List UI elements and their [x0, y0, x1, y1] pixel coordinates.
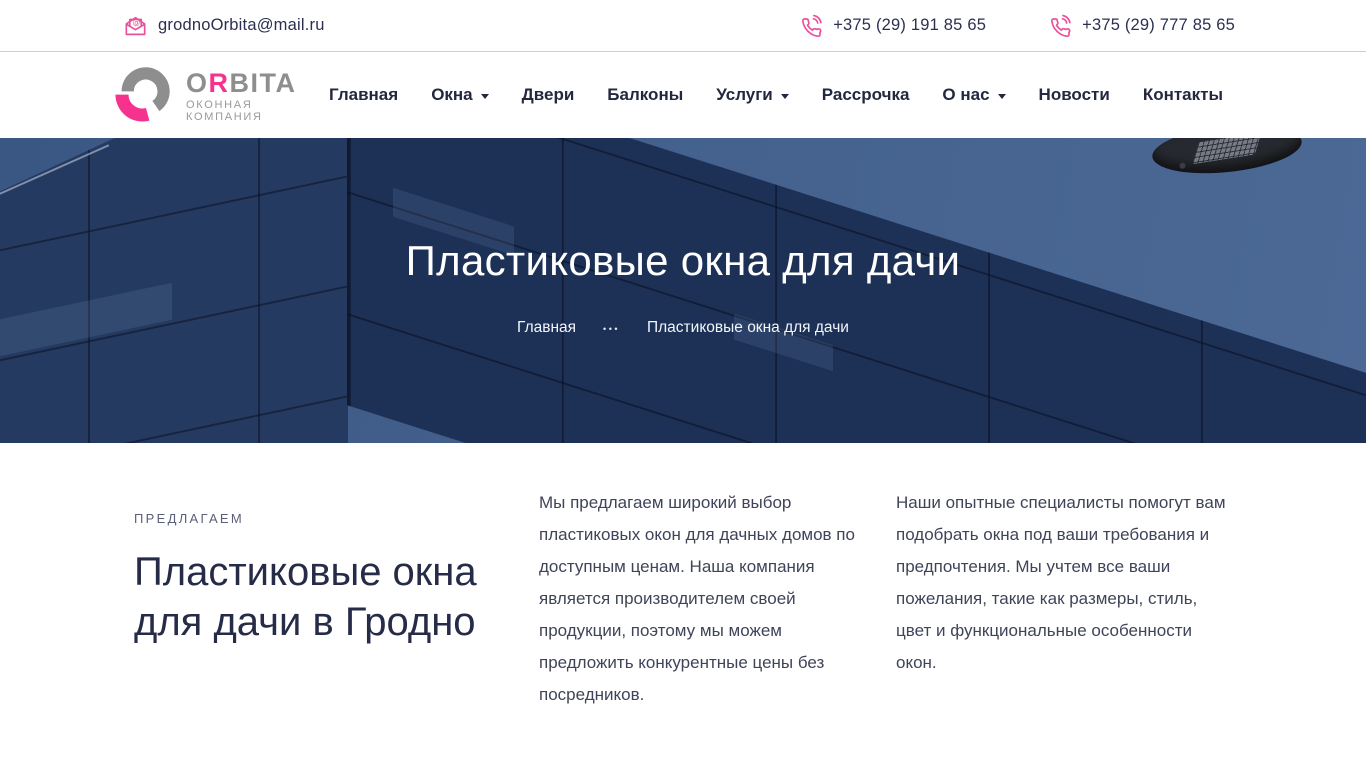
nav-item-glavnaya[interactable]: Главная: [329, 85, 398, 105]
phone-link-2[interactable]: +375 (29) 777 85 65: [1048, 14, 1235, 38]
breadcrumb-home-link[interactable]: Главная: [517, 319, 576, 337]
breadcrumb-separator-icon: •••: [603, 324, 620, 334]
brand-name: ORBITA: [186, 67, 297, 98]
logo-text: ORBITA ОКОННАЯ КОМПАНИЯ: [186, 68, 329, 123]
email-link[interactable]: @ grodnoOrbita@mail.ru: [123, 13, 325, 38]
nav-item-okna[interactable]: Окна: [431, 85, 489, 105]
logo-mark-icon: [113, 60, 175, 131]
topbar-phones: +375 (29) 191 85 65 +375 (29) 777 85 65: [799, 14, 1235, 38]
site-header: ORBITA ОКОННАЯ КОМПАНИЯ Главная Окна Две…: [0, 52, 1366, 138]
phone-number: +375 (29) 777 85 65: [1082, 16, 1235, 34]
email-icon: @: [123, 13, 148, 38]
intro-paragraph-column-1: Мы предлагаем широкий выбор пластиковых …: [539, 487, 871, 711]
logo[interactable]: ORBITA ОКОННАЯ КОМПАНИЯ: [113, 60, 329, 131]
chevron-down-icon: [480, 93, 489, 99]
nav-item-o-nas[interactable]: О нас: [942, 85, 1006, 105]
email-label: grodnoOrbita@mail.ru: [158, 16, 325, 34]
phone-number: +375 (29) 191 85 65: [833, 16, 987, 34]
nav-item-kontakty[interactable]: Контакты: [1143, 85, 1223, 105]
hero-content: Пластиковые окна для дачи Главная ••• Пл…: [0, 138, 1366, 443]
intro-paragraph: Мы предлагаем широкий выбор пластиковых …: [539, 493, 855, 704]
phone-icon: [1048, 14, 1072, 38]
section-kicker: ПРЕДЛАГАЕМ: [134, 511, 245, 526]
hero-banner: Пластиковые окна для дачи Главная ••• Пл…: [0, 138, 1366, 443]
breadcrumb: Главная ••• Пластиковые окна для дачи: [517, 319, 849, 337]
nav-item-uslugi[interactable]: Услуги: [716, 85, 789, 105]
main-nav: Главная Окна Двери Балконы Услуги Рассро…: [329, 85, 1223, 105]
nav-item-rassrochka[interactable]: Рассрочка: [822, 85, 910, 105]
nav-item-novosti[interactable]: Новости: [1039, 85, 1110, 105]
phone-icon: [799, 14, 823, 38]
chevron-down-icon: [780, 93, 789, 99]
intro-left-column: ПРЕДЛАГАЕМ Пластиковые окна для дачи в Г…: [134, 487, 514, 711]
chevron-down-icon: [997, 93, 1006, 99]
intro-paragraph-column-2: Наши опытные специалисты помогут вам под…: [896, 487, 1232, 711]
brand-tagline: ОКОННАЯ КОМПАНИЯ: [186, 98, 263, 123]
page-title: Пластиковые окна для дачи: [405, 237, 961, 284]
intro-paragraph: Наши опытные специалисты помогут вам под…: [896, 493, 1226, 672]
nav-item-balkony[interactable]: Балконы: [607, 85, 683, 105]
nav-item-dveri[interactable]: Двери: [522, 85, 575, 105]
topbar: @ grodnoOrbita@mail.ru +375 (29) 191 85 …: [0, 0, 1366, 52]
intro-section: ПРЕДЛАГАЕМ Пластиковые окна для дачи в Г…: [0, 443, 1366, 711]
svg-text:@: @: [132, 17, 140, 26]
breadcrumb-current: Пластиковые окна для дачи: [647, 319, 849, 336]
phone-link-1[interactable]: +375 (29) 191 85 65: [799, 14, 986, 38]
section-heading: Пластиковые окна для дачи в Гродно: [134, 550, 477, 644]
